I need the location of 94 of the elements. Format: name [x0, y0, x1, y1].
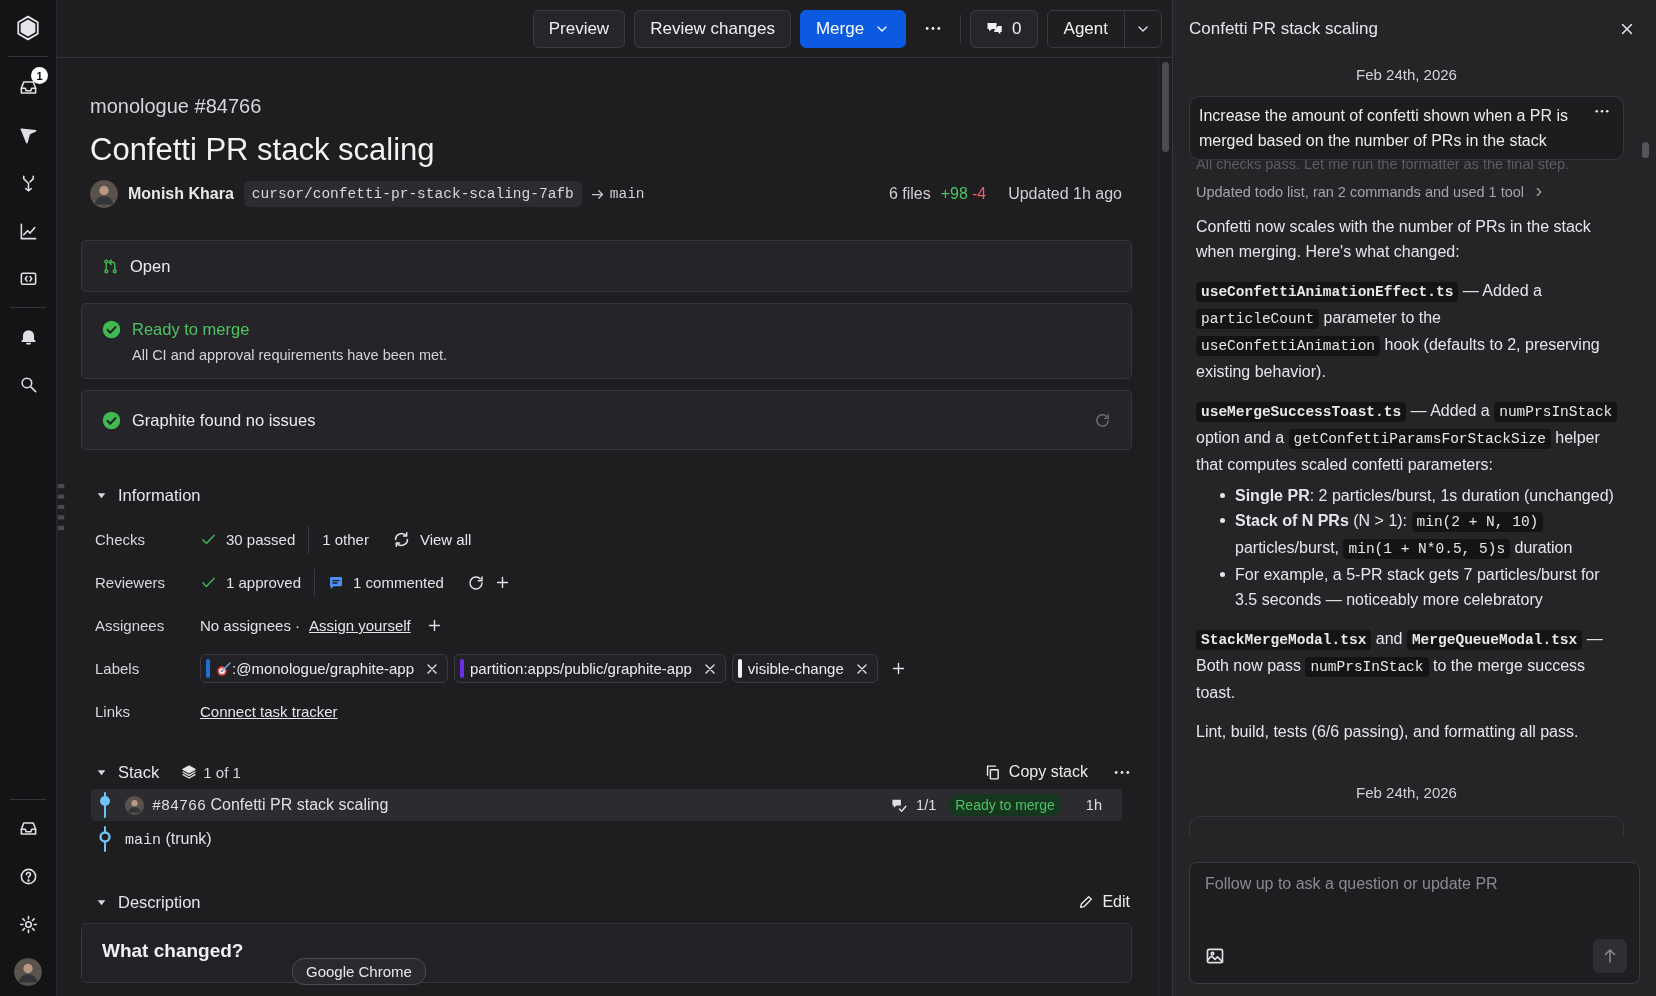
commented-count[interactable]: 1 commented	[353, 574, 444, 591]
status-title: Ready to merge	[132, 319, 250, 339]
check-circle-icon	[102, 410, 121, 430]
list-item-text: For example, a 5-PR stack gets 7 particles/burst for 3.5 seconds — noticeably more celebratory	[1235, 565, 1601, 610]
label-text: partition:apps/public/graphite-app	[470, 660, 692, 677]
pencil-icon	[1078, 894, 1095, 910]
message-input[interactable]: Follow up to ask a question or update PR	[1205, 875, 1627, 939]
section-heading[interactable]: Stack	[118, 762, 160, 782]
stack-row[interactable]: #84766 Confetti PR stack scaling 1/1 Ready to merge 1h	[91, 789, 1122, 821]
section-heading[interactable]: Information	[118, 485, 201, 505]
status-badge: Ready to merge	[948, 794, 1062, 816]
checks-other[interactable]: 1 other	[322, 531, 369, 548]
checks-passed[interactable]: 30 passed	[226, 531, 296, 548]
search-icon[interactable]	[18, 374, 38, 394]
tooltip: Google Chrome	[292, 958, 426, 985]
field-label: Reviewers	[95, 574, 167, 591]
label-text: :@monologue/graphite-app	[232, 660, 414, 677]
target-branch: main	[609, 186, 645, 202]
check-circle-icon	[102, 319, 121, 339]
toolbar-button[interactable]: Review changes	[634, 9, 791, 48]
pr-number: monologue #84766	[89, 94, 263, 118]
bullet-icon	[1220, 518, 1225, 523]
image-icon[interactable]	[1205, 946, 1225, 966]
user-avatar[interactable]	[14, 958, 42, 986]
connect-task-tracker-link[interactable]: Connect task tracker	[200, 703, 338, 720]
field-label: Labels	[95, 660, 141, 677]
message-field[interactable]: Follow up to ask a question or update PR	[1189, 862, 1640, 984]
label-chip[interactable]: visible-change	[731, 654, 878, 683]
panel-title: Confetti PR stack scaling	[1189, 19, 1378, 39]
edit-button[interactable]: Edit	[1078, 893, 1130, 911]
layers-icon	[181, 764, 198, 780]
message-paragraph: useMergeSuccessToast.ts — Added a numPrsInStack option and a getConfettiParamsForStackSize helper that computes scaled confetti parameters:	[1189, 398, 1624, 477]
send-button[interactable]	[1593, 939, 1627, 973]
additions-count: +98	[940, 185, 968, 203]
message-text: Increase the amount of confetti shown when a PR is merged based on the number of PRs in the stack	[1199, 107, 1569, 149]
message-paragraph: StackMergeModal.tsx and MergeQueueModal.tsx — Both now pass numPrsInStack to the merge success toast.	[1195, 629, 1604, 703]
date-divider: Feb 24th, 2026	[1355, 784, 1458, 803]
author-avatar	[125, 795, 144, 815]
trunk-branch: main (trunk)	[125, 829, 212, 849]
label-text: visible-change	[747, 660, 844, 677]
send-icon[interactable]	[18, 125, 38, 145]
updated-time: Updated 1h ago	[1008, 185, 1122, 203]
toolbar-button[interactable]: Preview	[532, 9, 626, 48]
field-label: Links	[95, 703, 132, 720]
scrollbar-thumb[interactable]	[1641, 142, 1649, 158]
pull-request-icon	[102, 257, 119, 275]
pr-title: Confetti PR stack scaling	[90, 132, 436, 168]
settings-icon[interactable]	[18, 914, 38, 934]
logo-icon[interactable]	[15, 15, 41, 41]
file-count: 6 files	[888, 185, 931, 203]
approved-count[interactable]: 1 approved	[226, 574, 302, 591]
section-heading[interactable]: Description	[118, 892, 201, 912]
refresh-icon[interactable]	[466, 573, 485, 592]
merge-button[interactable]: Merge	[799, 9, 907, 48]
assignees-text: No assignees ·	[200, 617, 301, 634]
copy-stack-button[interactable]: Copy stack	[983, 763, 1088, 781]
dart-target-icon	[216, 660, 232, 677]
label-chip[interactable]: partition:apps/public/graphite-app	[454, 654, 726, 683]
branch-name[interactable]: cursor/confetti-pr-stack-scaling-7afb	[243, 181, 582, 207]
bullet-icon	[1220, 572, 1225, 577]
chart-icon[interactable]	[18, 221, 38, 241]
author-name[interactable]: Monish Khara	[128, 185, 234, 203]
date-divider: Feb 24th, 2026	[1355, 66, 1458, 85]
assign-yourself-link[interactable]: Assign yourself	[309, 617, 411, 634]
list-item-text: Stack of N PRs (N > 1): min(2 + N, 10) particles/burst, min(1 + N*0.5, 5)s duration	[1235, 511, 1574, 561]
notification-badge: 1	[31, 67, 48, 84]
message-paragraph: useConfettiAnimationEffect.ts — Added a particleCount parameter to the useConfettiAnimation hook (defaults to 2, preserving existing behavior).	[1195, 281, 1601, 382]
comments-button[interactable]: 0	[970, 9, 1038, 48]
status-title: Open	[130, 256, 171, 276]
status-title: Graphite found no issues	[132, 410, 316, 430]
description-heading: What changed?	[102, 940, 245, 962]
help-icon[interactable]	[18, 866, 38, 886]
status-detail: All CI and approval requirements have been met.	[132, 346, 449, 363]
label-chip[interactable]: :@monologue/graphite-app	[200, 654, 448, 683]
more-icon[interactable]	[1112, 769, 1132, 775]
message-paragraph: Lint, build, tests (6/6 passing), and formatting all pass.	[1195, 722, 1580, 742]
view-all-link[interactable]: View all	[419, 531, 472, 548]
outline-marker-icon	[57, 482, 65, 532]
activity-summary[interactable]: Updated todo list, ran 2 commands and used 1 tool	[1189, 184, 1624, 200]
age-text: 1h	[1085, 797, 1102, 813]
field-label: Assignees	[95, 617, 166, 634]
scrollbar-thumb[interactable]	[1162, 62, 1169, 152]
stack-pr-title: #84766 Confetti PR stack scaling	[152, 795, 389, 815]
comment-count: 1/1	[916, 797, 937, 813]
author-avatar	[90, 180, 118, 208]
bullet-icon	[1220, 493, 1225, 498]
stack-row[interactable]: main (trunk)	[91, 823, 1122, 855]
comment-icon	[328, 574, 345, 591]
deletions-count: -4	[971, 185, 987, 203]
message-paragraph: Confetti now scales with the number of PRs in the stack when merging. Here's what changed:	[1195, 217, 1592, 262]
list-item-text: Single PR: 2 particles/burst, 1s duration (unchanged)	[1235, 486, 1615, 506]
field-label: Checks	[95, 531, 147, 548]
more-icon[interactable]	[1593, 109, 1611, 114]
stack-count: 1 of 1	[203, 763, 241, 781]
